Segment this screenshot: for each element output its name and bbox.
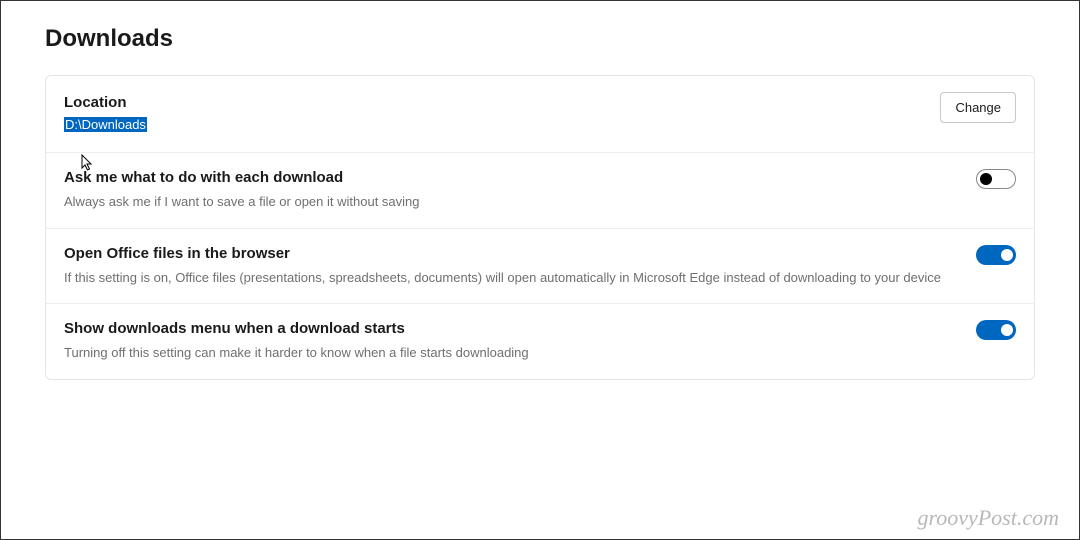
setting-title: Ask me what to do with each download (64, 167, 956, 188)
setting-ask-each-download: Ask me what to do with each download Alw… (46, 152, 1034, 228)
change-location-button[interactable]: Change (940, 92, 1016, 123)
downloads-card: Location D:\Downloads Change Ask me what… (45, 75, 1035, 380)
toggle-ask-each-download[interactable] (976, 169, 1016, 189)
watermark: groovyPost.com (917, 505, 1059, 531)
setting-open-office-browser: Open Office files in the browser If this… (46, 228, 1034, 304)
toggle-show-downloads-menu[interactable] (976, 320, 1016, 340)
location-row: Location D:\Downloads Change (46, 76, 1034, 152)
setting-description: Always ask me if I want to save a file o… (64, 192, 956, 212)
setting-show-downloads-menu: Show downloads menu when a download star… (46, 303, 1034, 379)
setting-title: Show downloads menu when a download star… (64, 318, 956, 339)
page-title: Downloads (45, 25, 1035, 53)
location-path: D:\Downloads (64, 117, 147, 132)
setting-description: If this setting is on, Office files (pre… (64, 268, 956, 288)
setting-title: Open Office files in the browser (64, 243, 956, 264)
setting-description: Turning off this setting can make it har… (64, 343, 956, 363)
toggle-open-office-browser[interactable] (976, 245, 1016, 265)
location-label: Location (64, 92, 920, 113)
